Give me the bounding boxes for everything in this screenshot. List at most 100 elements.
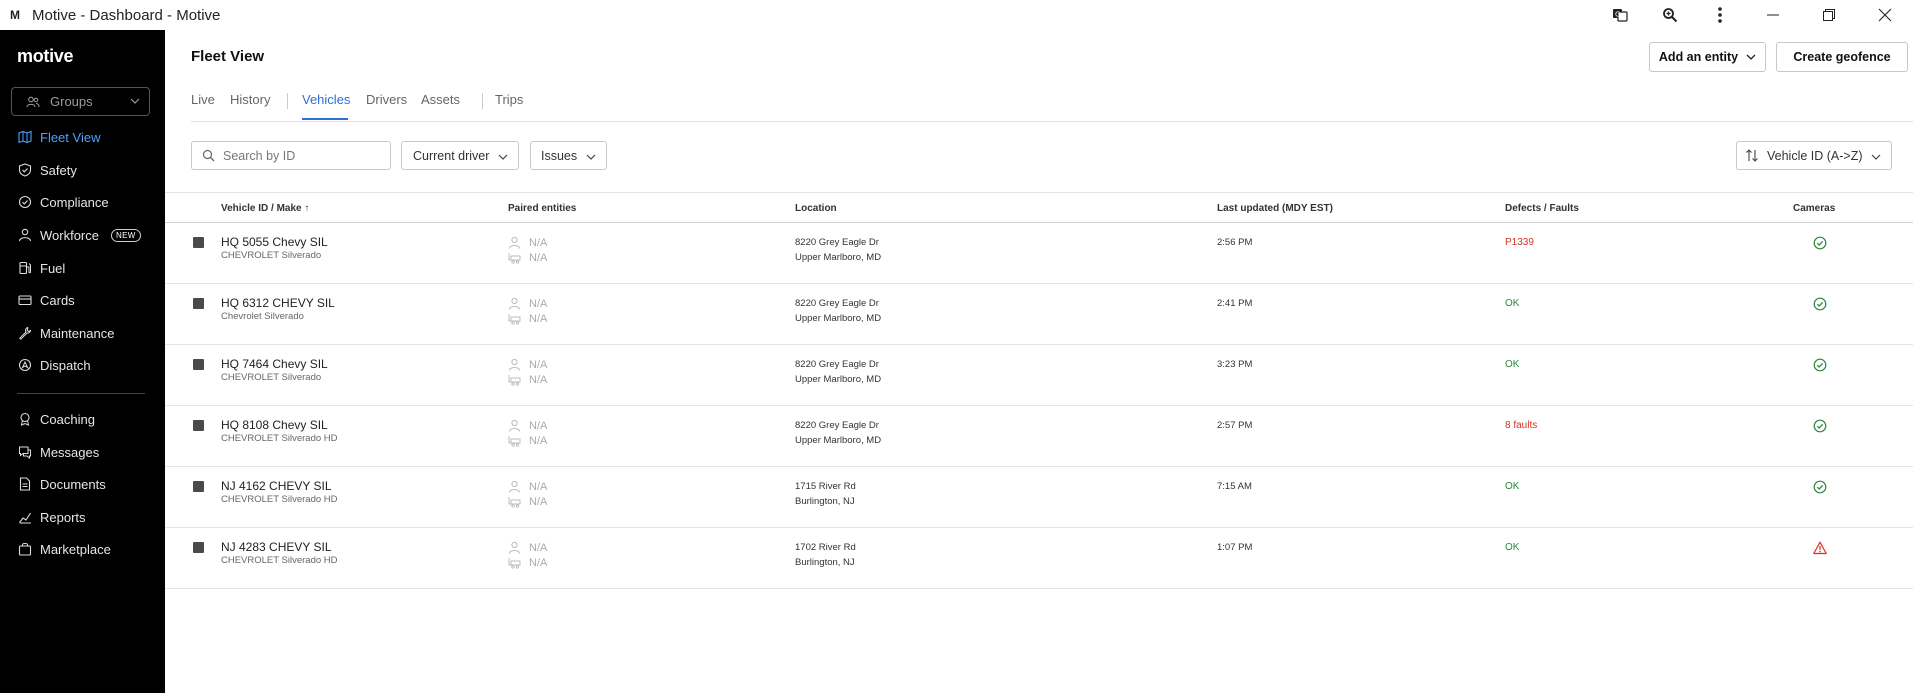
search-input[interactable]	[223, 148, 383, 163]
column-header-label: Vehicle ID / Make	[221, 203, 302, 214]
person-icon	[18, 228, 32, 242]
vehicle-id[interactable]: HQ 7464 Chevy SIL	[221, 357, 328, 371]
defects-status[interactable]: 8 faults	[1505, 420, 1537, 431]
camera-ok-icon[interactable]	[1813, 297, 1827, 311]
create-geofence-button[interactable]: Create geofence	[1776, 42, 1908, 72]
row-checkbox[interactable]	[193, 237, 204, 248]
table-row[interactable]: HQ 5055 Chevy SIL CHEVROLET Silverado N/A N…	[165, 223, 1913, 284]
paired-trailer: N/A	[529, 495, 548, 508]
paired-entities: N/A N/A	[508, 418, 547, 448]
location-city: Upper Marlboro, MD	[795, 435, 882, 446]
vehicle-make: CHEVROLET Silverado HD	[221, 555, 338, 566]
sidebar-item-cards[interactable]: Cards	[0, 287, 165, 313]
paired-entities: N/A N/A	[508, 235, 547, 265]
sidebar-item-fleet-view[interactable]: Fleet View	[0, 124, 165, 150]
groups-dropdown[interactable]: Groups	[11, 87, 150, 116]
vehicle-make: CHEVROLET Silverado	[221, 250, 322, 261]
sidebar-item-workforce[interactable]: Workforce NEW	[0, 222, 165, 248]
sidebar-item-maintenance[interactable]: Maintenance	[0, 320, 165, 346]
sidebar: motive Groups Fleet View Safety Complian…	[0, 30, 165, 693]
camera-ok-icon[interactable]	[1813, 480, 1827, 494]
search-field[interactable]	[191, 141, 391, 170]
paired-driver: N/A	[529, 419, 548, 432]
current-driver-filter[interactable]: Current driver	[401, 141, 519, 170]
sidebar-item-messages[interactable]: Messages	[0, 439, 165, 465]
camera-ok-icon[interactable]	[1813, 419, 1827, 433]
sidebar-item-compliance[interactable]: Compliance	[0, 189, 165, 215]
table-row[interactable]: HQ 6312 CHEVY SIL Chevrolet Silverado N/A N…	[165, 284, 1913, 345]
tab-assets[interactable]: Assets	[421, 92, 460, 107]
row-checkbox[interactable]	[193, 359, 204, 370]
vehicle-id[interactable]: HQ 6312 CHEVY SIL	[221, 296, 335, 310]
vehicle-id[interactable]: HQ 5055 Chevy SIL	[221, 235, 328, 249]
add-entity-label: Add an entity	[1658, 50, 1739, 64]
sidebar-item-fuel[interactable]: Fuel	[0, 255, 165, 281]
sidebar-item-label: Fuel	[40, 260, 66, 276]
table-row[interactable]: HQ 7464 Chevy SIL CHEVROLET Silverado N/A N…	[165, 345, 1913, 406]
restore-icon[interactable]	[1801, 0, 1857, 30]
issues-label: Issues	[541, 148, 578, 163]
dispatch-icon	[18, 358, 32, 372]
vehicle-id[interactable]: NJ 4283 CHEVY SIL	[221, 540, 332, 554]
sidebar-item-label: Workforce	[40, 227, 99, 243]
driver-icon	[509, 297, 520, 310]
tab-trips[interactable]: Trips	[495, 92, 523, 107]
table-row[interactable]: HQ 8108 Chevy SIL CHEVROLET Silverado HD N…	[165, 406, 1913, 467]
paired-entities: N/A N/A	[508, 479, 547, 509]
column-header-cameras: Cameras	[1793, 203, 1836, 214]
vehicle-make: CHEVROLET Silverado HD	[221, 494, 338, 505]
minimize-icon[interactable]	[1745, 0, 1801, 30]
wrench-icon	[19, 326, 32, 340]
defects-status: OK	[1505, 298, 1520, 309]
table-row[interactable]: NJ 4162 CHEVY SIL CHEVROLET Silverado HD N…	[165, 467, 1913, 528]
more-options-icon[interactable]	[1695, 0, 1745, 30]
window-title: Motive - Dashboard - Motive	[32, 6, 221, 24]
close-icon[interactable]	[1857, 0, 1913, 30]
paired-trailer: N/A	[529, 556, 548, 569]
zoom-icon[interactable]	[1645, 0, 1695, 30]
add-entity-button[interactable]: Add an entity	[1649, 42, 1766, 72]
compliance-icon	[18, 195, 32, 209]
row-checkbox[interactable]	[193, 481, 204, 492]
tab-vehicles[interactable]: Vehicles	[302, 92, 350, 107]
sidebar-item-dispatch[interactable]: Dispatch	[0, 352, 165, 378]
issues-filter[interactable]: Issues	[530, 141, 607, 170]
location-city: Upper Marlboro, MD	[795, 252, 882, 263]
sidebar-item-safety[interactable]: Safety	[0, 157, 165, 183]
defects-status: OK	[1505, 481, 1520, 492]
documents-icon	[19, 477, 31, 491]
new-badge: NEW	[111, 228, 141, 242]
camera-warning-icon[interactable]	[1813, 541, 1827, 555]
sidebar-item-label: Messages	[40, 444, 100, 460]
current-driver-label: Current driver	[413, 148, 490, 163]
last-updated: 2:41 PM	[1217, 298, 1253, 309]
defects-status[interactable]: P1339	[1505, 237, 1534, 248]
table-row[interactable]: NJ 4283 CHEVY SIL CHEVROLET Silverado HD N…	[165, 528, 1913, 589]
sort-dropdown[interactable]: Vehicle ID (A->Z)	[1736, 141, 1892, 170]
motive-logo[interactable]: motive	[17, 46, 74, 67]
camera-ok-icon[interactable]	[1813, 358, 1827, 372]
sidebar-item-label: Reports	[40, 509, 86, 525]
sidebar-item-reports[interactable]: Reports	[0, 504, 165, 530]
sidebar-item-coaching[interactable]: Coaching	[0, 406, 165, 432]
tab-history[interactable]: History	[230, 92, 270, 107]
camera-ok-icon[interactable]	[1813, 236, 1827, 250]
chevron-down-icon	[1746, 54, 1756, 60]
row-checkbox[interactable]	[193, 298, 204, 309]
vehicle-id[interactable]: HQ 8108 Chevy SIL	[221, 418, 328, 432]
sidebar-item-documents[interactable]: Documents	[0, 471, 165, 497]
defects-status: OK	[1505, 359, 1520, 370]
vehicle-make: CHEVROLET Silverado	[221, 372, 322, 383]
paired-entities: N/A N/A	[508, 357, 547, 387]
sidebar-item-label: Maintenance	[40, 325, 115, 341]
vehicle-id[interactable]: NJ 4162 CHEVY SIL	[221, 479, 332, 493]
tab-live[interactable]: Live	[191, 92, 215, 107]
column-header-vehicle[interactable]: Vehicle ID / Make ↑	[221, 203, 309, 214]
tab-drivers[interactable]: Drivers	[366, 92, 407, 107]
translate-icon[interactable]: G	[1595, 0, 1645, 30]
tab-separator	[482, 93, 483, 109]
sidebar-item-marketplace[interactable]: Marketplace	[0, 536, 165, 562]
row-checkbox[interactable]	[193, 420, 204, 431]
trailer-icon	[508, 436, 521, 447]
row-checkbox[interactable]	[193, 542, 204, 553]
